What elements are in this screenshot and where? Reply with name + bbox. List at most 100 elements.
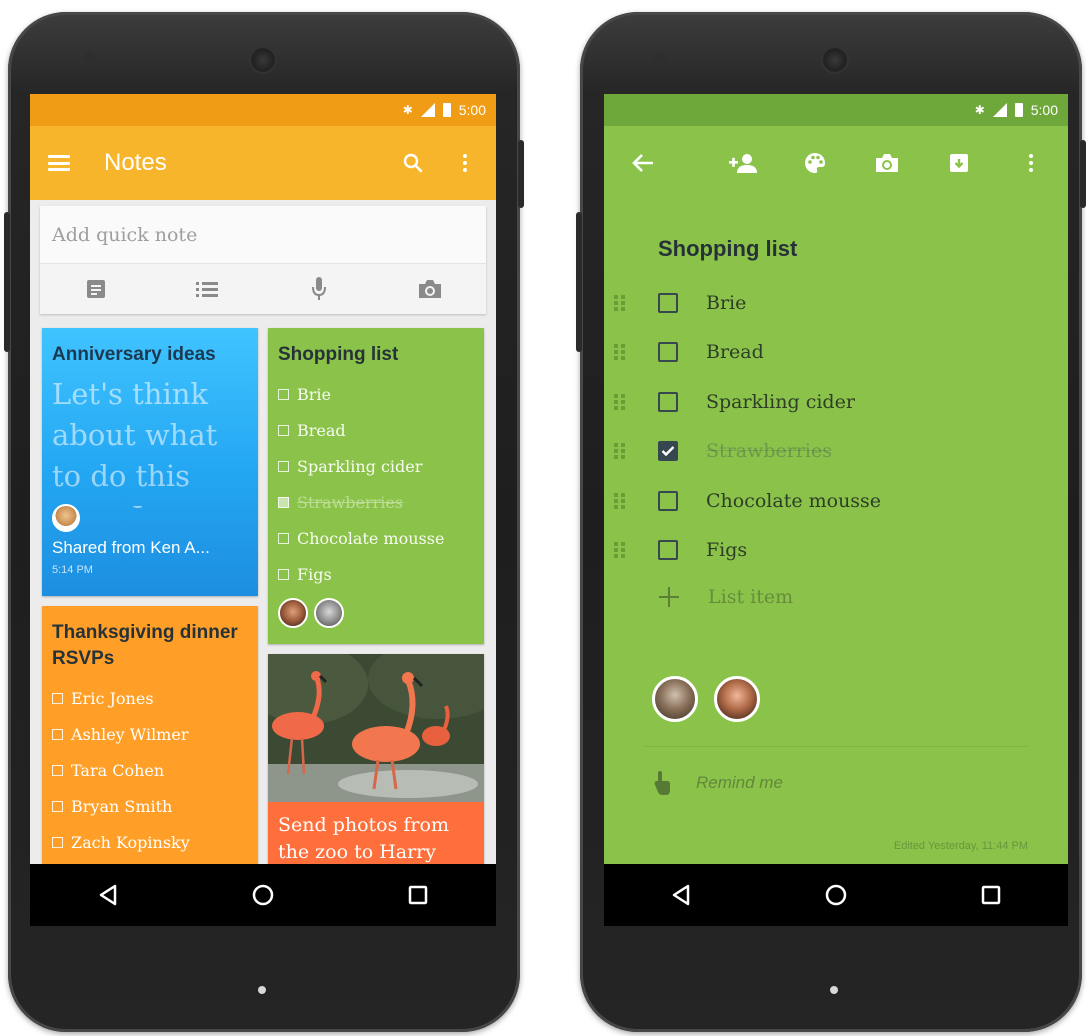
front-sensor (654, 52, 666, 64)
camera-icon[interactable] (870, 146, 904, 180)
status-time: 5:00 (458, 102, 486, 118)
avatar (52, 504, 80, 532)
card-title: Anniversary ideas (52, 344, 216, 365)
app-bar: Notes (30, 126, 496, 200)
list-item: Bryan Smith (52, 788, 248, 824)
flamingo-photo (268, 654, 484, 802)
checkbox (278, 496, 289, 508)
drag-handle-icon[interactable] (614, 344, 628, 361)
back-icon[interactable] (663, 877, 699, 913)
page-title: Notes (104, 149, 167, 176)
checkbox-checked[interactable] (658, 441, 678, 462)
list-item-text[interactable]: Chocolate mousse (706, 490, 881, 512)
reminder-hand-icon (654, 771, 670, 795)
card-title: Thanksgiving dinner RSVPs (52, 622, 238, 669)
checkbox (278, 424, 289, 436)
checkbox (278, 568, 289, 580)
text-note-icon[interactable] (82, 275, 110, 303)
list-item: Brie (614, 278, 1054, 328)
battery-icon (442, 103, 451, 117)
recents-icon[interactable] (400, 877, 436, 913)
front-sensor (84, 52, 96, 64)
add-person-icon[interactable] (726, 146, 760, 180)
menu-icon[interactable] (48, 155, 70, 171)
archive-icon[interactable] (942, 146, 976, 180)
list-item: Brie (278, 376, 474, 412)
drag-handle-icon[interactable] (614, 492, 628, 509)
checkbox (278, 460, 289, 472)
quick-note-input[interactable]: Add quick note (40, 206, 486, 264)
camera-icon[interactable] (416, 275, 444, 303)
checkbox (278, 388, 289, 400)
list-item-text[interactable]: Figs (706, 539, 747, 561)
list-item: Bread (278, 412, 474, 448)
checkbox[interactable] (658, 490, 678, 511)
list-note-icon[interactable] (193, 275, 221, 303)
drag-handle-icon[interactable] (614, 393, 628, 410)
list-item-text[interactable]: Sparkling cider (706, 391, 855, 413)
checklist: Brie Bread Sparkling cider Strawberries … (268, 368, 484, 592)
collaborators (268, 592, 484, 634)
system-nav-bar (604, 864, 1068, 926)
list-item-text[interactable]: Bread (706, 341, 764, 363)
power-button (518, 140, 524, 208)
card-body: Send photos from the zoo to Harry (278, 814, 449, 863)
note-card-shopping[interactable]: Shopping list Brie Bread Sparkling cider… (268, 328, 484, 644)
plus-icon (658, 586, 680, 608)
drag-handle-icon[interactable] (614, 542, 628, 559)
checkbox[interactable] (658, 342, 678, 363)
back-icon[interactable] (90, 877, 126, 913)
list-item: Sparkling cider (278, 448, 474, 484)
list-item-text[interactable]: Brie (706, 292, 746, 314)
avatar[interactable] (714, 676, 760, 722)
card-body: Let's think about what to do this year. … (52, 377, 218, 508)
checkbox (52, 836, 63, 848)
signal-icon (420, 103, 435, 117)
bluetooth-icon: ✱ (974, 103, 985, 117)
quick-note-tools (40, 264, 486, 314)
note-toolbar (604, 126, 1068, 200)
remind-me-label: Remind me (696, 773, 783, 792)
edited-timestamp: Edited Yesterday, 11:44 PM (893, 840, 1028, 852)
back-arrow-icon[interactable] (626, 146, 660, 180)
list-item: Zach Kopinsky (52, 824, 248, 860)
list-item: Strawberries (278, 484, 474, 520)
search-icon[interactable] (400, 150, 426, 176)
recents-icon[interactable] (973, 877, 1009, 913)
add-list-item-placeholder[interactable]: List item (708, 586, 793, 608)
list-item-text[interactable]: Strawberries (706, 440, 832, 462)
power-button (1080, 140, 1086, 208)
avatar[interactable] (652, 676, 698, 722)
notification-led (258, 986, 266, 994)
right-screen: ✱ 5:00 Shopping list Brie Bread Sparklin… (604, 94, 1068, 926)
checkbox[interactable] (658, 540, 678, 561)
volume-button (4, 212, 10, 352)
bluetooth-icon: ✱ (402, 103, 413, 117)
avatar (314, 598, 344, 628)
drag-handle-icon[interactable] (614, 443, 628, 460)
list-item: Tara Cohen (52, 752, 248, 788)
collaborators (652, 676, 760, 722)
checkbox (52, 692, 63, 704)
home-icon[interactable] (245, 877, 281, 913)
home-icon[interactable] (818, 877, 854, 913)
signal-icon (992, 103, 1007, 117)
microphone-icon[interactable] (305, 275, 333, 303)
volume-button (576, 212, 582, 352)
remind-me-row[interactable]: Remind me (652, 770, 783, 796)
checkbox (52, 764, 63, 776)
list-item: Ashley Wilmer (52, 716, 248, 752)
palette-icon[interactable] (798, 146, 832, 180)
status-time: 5:00 (1030, 102, 1058, 118)
add-list-item[interactable]: List item (658, 586, 793, 608)
front-camera (251, 48, 275, 72)
quick-note-bar: Add quick note (40, 206, 486, 314)
note-card-anniversary[interactable]: Anniversary ideas Let's think about what… (42, 328, 258, 596)
checkbox[interactable] (658, 391, 678, 412)
more-vert-icon[interactable] (1014, 146, 1048, 180)
drag-handle-icon[interactable] (614, 294, 628, 311)
checkbox[interactable] (658, 292, 678, 313)
list-item: Chocolate mousse (614, 476, 1054, 526)
more-vert-icon[interactable] (452, 150, 478, 176)
note-title[interactable]: Shopping list (658, 236, 797, 262)
